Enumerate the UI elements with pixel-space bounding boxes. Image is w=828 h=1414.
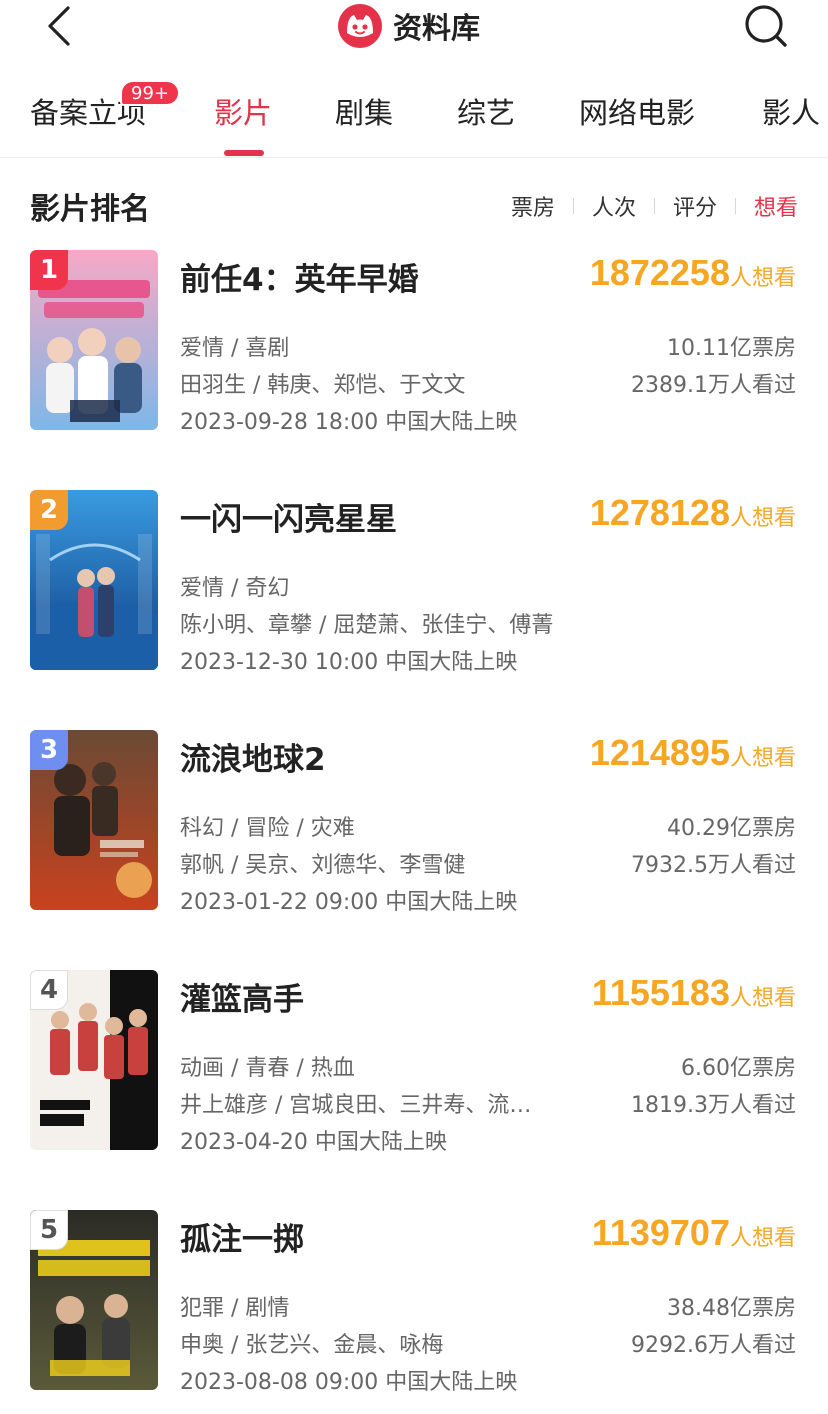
release-date: 2023-04-20 中国大陆上映 bbox=[180, 1130, 447, 1155]
want-count: 1155183人想看 bbox=[592, 972, 796, 1014]
want-unit: 人想看 bbox=[729, 1226, 796, 1251]
active-tab-indicator bbox=[224, 150, 264, 156]
page-title: 资料库 bbox=[393, 11, 481, 45]
film-title[interactable]: 流浪地球2 bbox=[180, 734, 326, 779]
tab-films[interactable]: 影片 bbox=[214, 90, 272, 132]
viewers: 2389.1万人看过 bbox=[631, 373, 796, 398]
want-number: 1278128 bbox=[589, 492, 730, 533]
want-unit: 人想看 bbox=[729, 506, 796, 531]
release-date: 2023-01-22 09:00 中国大陆上映 bbox=[180, 890, 518, 915]
genre: 犯罪 / 剧情 bbox=[180, 1296, 290, 1321]
tab-label: 影人 bbox=[762, 96, 821, 130]
film-title[interactable]: 孤注一掷 bbox=[180, 1214, 304, 1259]
viewers: 1819.3万人看过 bbox=[631, 1093, 796, 1118]
want-count: 1139707人想看 bbox=[592, 1212, 796, 1254]
rank-badge: 5 bbox=[30, 1210, 68, 1250]
poster-image[interactable]: 3 bbox=[30, 730, 158, 910]
want-unit: 人想看 bbox=[729, 986, 796, 1011]
brand: 资料库 bbox=[337, 2, 480, 50]
release-date: 2023-12-30 10:00 中国大陆上映 bbox=[180, 650, 518, 675]
tab-label: 影片 bbox=[214, 96, 273, 130]
genre: 爱情 / 奇幻 bbox=[180, 576, 290, 601]
genre: 科幻 / 冒险 / 灾难 bbox=[180, 816, 355, 841]
sort-rating[interactable]: 评分 bbox=[673, 190, 717, 222]
box-office: 10.11亿票房 bbox=[667, 336, 796, 361]
list-item[interactable]: 3 流浪地球2 1214895人想看 科幻 / 冒险 / 灾难 郭帆 / 吴京、… bbox=[0, 730, 828, 930]
want-count: 1278128人想看 bbox=[590, 492, 796, 534]
cast: 田羽生 / 韩庚、郑恺、于文文 bbox=[180, 373, 466, 398]
tab-variety[interactable]: 综艺 bbox=[457, 90, 515, 132]
want-number: 1214895 bbox=[589, 732, 730, 773]
film-title[interactable]: 前任4：英年早婚 bbox=[180, 254, 419, 299]
poster-image[interactable]: 4 bbox=[30, 970, 158, 1150]
rank-badge: 3 bbox=[30, 730, 68, 770]
cast: 井上雄彦 / 宫城良田、三井寿、流… bbox=[180, 1093, 532, 1118]
chevron-left-icon bbox=[48, 6, 70, 46]
divider bbox=[572, 198, 574, 214]
viewers: 9292.6万人看过 bbox=[631, 1333, 796, 1358]
section-title: 影片排名 bbox=[30, 192, 150, 227]
want-count: 1872258人想看 bbox=[590, 252, 796, 294]
sort-options: 票房 人次 评分 想看 bbox=[511, 190, 798, 222]
release-date: 2023-08-08 09:00 中国大陆上映 bbox=[180, 1370, 518, 1395]
want-number: 1139707 bbox=[591, 1212, 730, 1253]
back-button[interactable] bbox=[40, 4, 80, 48]
count-badge: 99+ bbox=[120, 80, 180, 106]
sort-viewers[interactable]: 人次 bbox=[592, 190, 636, 222]
list-item[interactable]: 4 灌篮高手 1155183人想看 动画 / 青春 / 热血 井上雄彦 / 宫城… bbox=[0, 970, 828, 1170]
film-title[interactable]: 一闪一闪亮星星 bbox=[180, 494, 397, 539]
cat-logo-icon bbox=[338, 4, 382, 48]
tab-web-films[interactable]: 网络电影 bbox=[579, 90, 695, 132]
viewers: 7932.5万人看过 bbox=[631, 853, 796, 878]
rank-badge: 4 bbox=[30, 970, 68, 1010]
sort-box-office[interactable]: 票房 bbox=[511, 190, 555, 222]
cast: 郭帆 / 吴京、刘德华、李雪健 bbox=[180, 853, 466, 878]
rank-badge: 1 bbox=[30, 250, 68, 290]
divider bbox=[734, 198, 736, 214]
want-number: 1155183 bbox=[591, 972, 730, 1013]
list-item[interactable]: 1 前任4：英年早婚 1872258人想看 爱情 / 喜剧 田羽生 / 韩庚、郑… bbox=[0, 250, 828, 450]
poster-image[interactable]: 2 bbox=[30, 490, 158, 670]
genre: 动画 / 青春 / 热血 bbox=[180, 1056, 355, 1081]
poster-image[interactable]: 1 bbox=[30, 250, 158, 430]
tab-series[interactable]: 剧集 bbox=[335, 90, 393, 132]
poster-image[interactable]: 5 bbox=[30, 1210, 158, 1390]
search-button[interactable] bbox=[742, 2, 790, 50]
tab-label: 网络电影 bbox=[579, 96, 696, 130]
want-count: 1214895人想看 bbox=[590, 732, 796, 774]
cast: 陈小明、章攀 / 屈楚萧、张佳宁、傅菁 bbox=[180, 613, 554, 638]
tab-label: 综艺 bbox=[457, 96, 516, 130]
cast: 申奥 / 张艺兴、金晨、咏梅 bbox=[180, 1333, 444, 1358]
want-number: 1872258 bbox=[589, 252, 730, 293]
rank-badge: 2 bbox=[30, 490, 68, 530]
tab-label: 剧集 bbox=[335, 96, 394, 130]
search-icon bbox=[745, 5, 787, 47]
sort-want[interactable]: 想看 bbox=[754, 190, 798, 222]
film-title[interactable]: 灌篮高手 bbox=[180, 974, 304, 1019]
tab-people[interactable]: 影人 bbox=[762, 90, 820, 132]
want-unit: 人想看 bbox=[729, 746, 796, 771]
want-unit: 人想看 bbox=[729, 266, 796, 291]
release-date: 2023-09-28 18:00 中国大陆上映 bbox=[180, 410, 518, 435]
genre: 爱情 / 喜剧 bbox=[180, 336, 290, 361]
box-office: 6.60亿票房 bbox=[681, 1056, 796, 1081]
divider bbox=[653, 198, 655, 214]
list-item[interactable]: 5 孤注一掷 1139707人想看 犯罪 / 剧情 申奥 / 张艺兴、金晨、咏梅… bbox=[0, 1210, 828, 1410]
box-office: 40.29亿票房 bbox=[667, 816, 796, 841]
list-item[interactable]: 2 一闪一闪亮星星 1278128人想看 爱情 / 奇幻 陈小明、章攀 / 屈楚… bbox=[0, 490, 828, 690]
category-tabs: 备案立项 99+ 影片 剧集 综艺 网络电影 影人 bbox=[0, 70, 828, 158]
box-office: 38.48亿票房 bbox=[667, 1296, 796, 1321]
top-bar: 资料库 bbox=[0, 0, 828, 56]
